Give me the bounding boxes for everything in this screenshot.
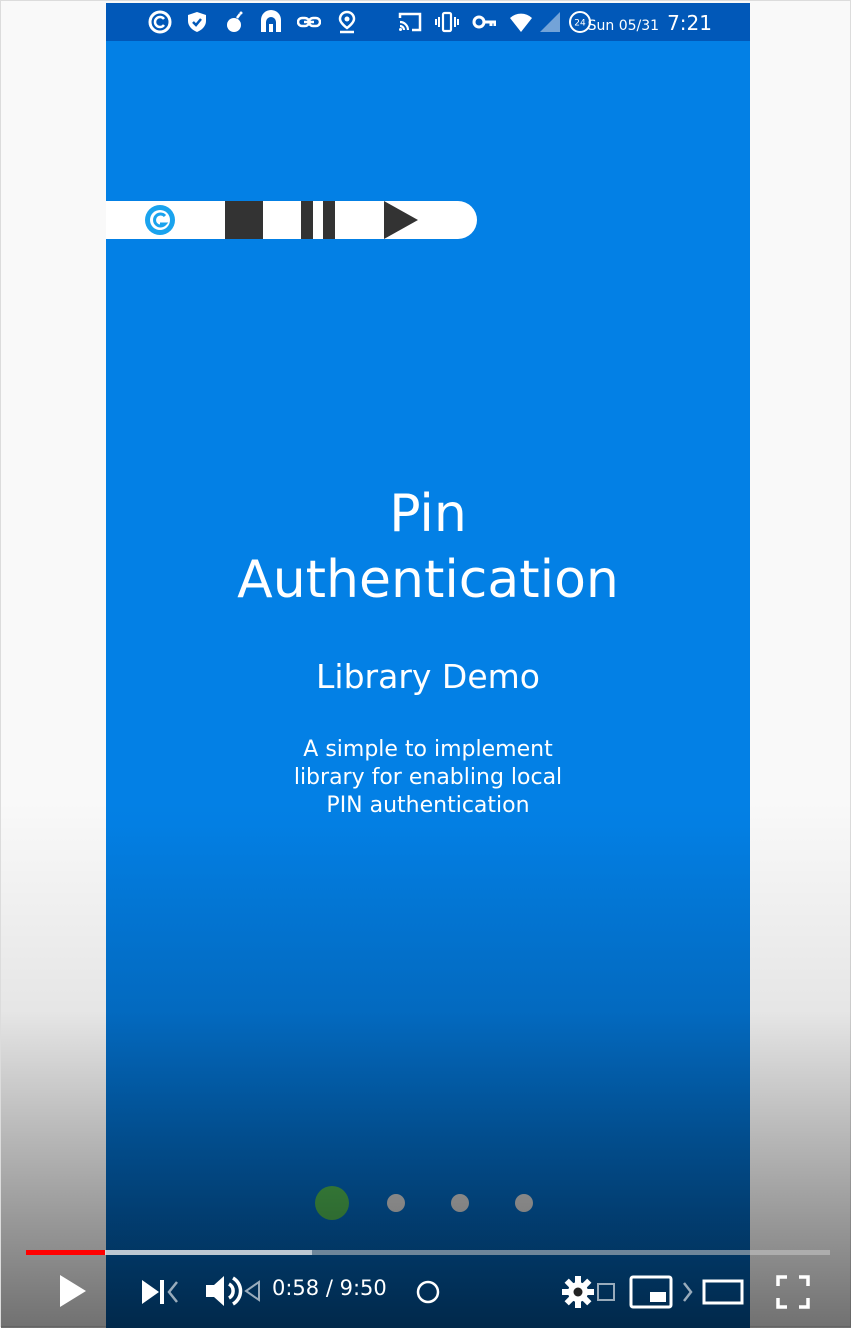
clock-badge: 24: [574, 19, 586, 29]
bomb-icon: [227, 11, 243, 32]
cell-signal-icon: [540, 12, 560, 32]
location-icon: [338, 10, 356, 34]
title-line: Authentication: [237, 550, 619, 610]
app-g-icon[interactable]: [144, 204, 176, 236]
vibrate-icon: [435, 11, 459, 33]
description-line: library for enabling local: [293, 765, 563, 790]
settings-button[interactable]: [559, 1273, 621, 1311]
miniplayer-button[interactable]: [627, 1273, 695, 1311]
duration: 9:50: [339, 1276, 387, 1300]
description-line: A simple to implement: [303, 737, 553, 762]
video-frame: 24 Sun 05/31 7:21 Pin Authentication Lib…: [0, 0, 851, 1328]
status-clock: Sun 05/31 7:21: [588, 11, 712, 35]
next-icon: [142, 1280, 178, 1304]
status-time: 7:21: [667, 11, 712, 35]
fullscreen-button[interactable]: [773, 1273, 813, 1311]
theater-mode-button[interactable]: [701, 1277, 745, 1307]
pause-icon[interactable]: [299, 201, 339, 239]
cast-icon: [398, 12, 422, 32]
volume-button[interactable]: [203, 1271, 265, 1311]
theater-mode-icon: [702, 1279, 744, 1305]
shield-check-icon: [188, 12, 206, 32]
tunnel-icon: [261, 10, 281, 32]
stop-icon[interactable]: [225, 201, 263, 239]
vpn-key-icon: [472, 15, 496, 29]
autoplay-toggle-icon: [416, 1280, 440, 1304]
page-title: Pin Authentication: [106, 481, 750, 613]
app-g-icon: [148, 10, 172, 34]
miniplayer-icon: [629, 1275, 693, 1309]
status-date: Sun 05/31: [587, 18, 660, 34]
progress-played[interactable]: [26, 1250, 105, 1255]
wifi-icon: [510, 13, 532, 32]
player-gradient: [1, 801, 851, 1328]
android-status-bar: 24 Sun 05/31 7:21: [106, 3, 750, 41]
play-icon[interactable]: [384, 201, 420, 239]
title-line: Pin: [389, 484, 467, 544]
link-icon: [297, 16, 321, 28]
time-separator: /: [319, 1276, 340, 1300]
play-icon: [60, 1275, 86, 1307]
next-button[interactable]: [137, 1275, 181, 1309]
play-button[interactable]: [53, 1271, 93, 1311]
current-time: 0:58: [272, 1276, 320, 1300]
volume-icon: [206, 1276, 260, 1306]
floating-media-controls[interactable]: [106, 201, 477, 239]
settings-icon: [562, 1276, 615, 1308]
autoplay-toggle[interactable]: [414, 1278, 442, 1306]
fullscreen-icon: [776, 1275, 810, 1309]
page-subtitle: Library Demo: [316, 657, 540, 696]
time-display: 0:58 / 9:50: [272, 1276, 387, 1300]
